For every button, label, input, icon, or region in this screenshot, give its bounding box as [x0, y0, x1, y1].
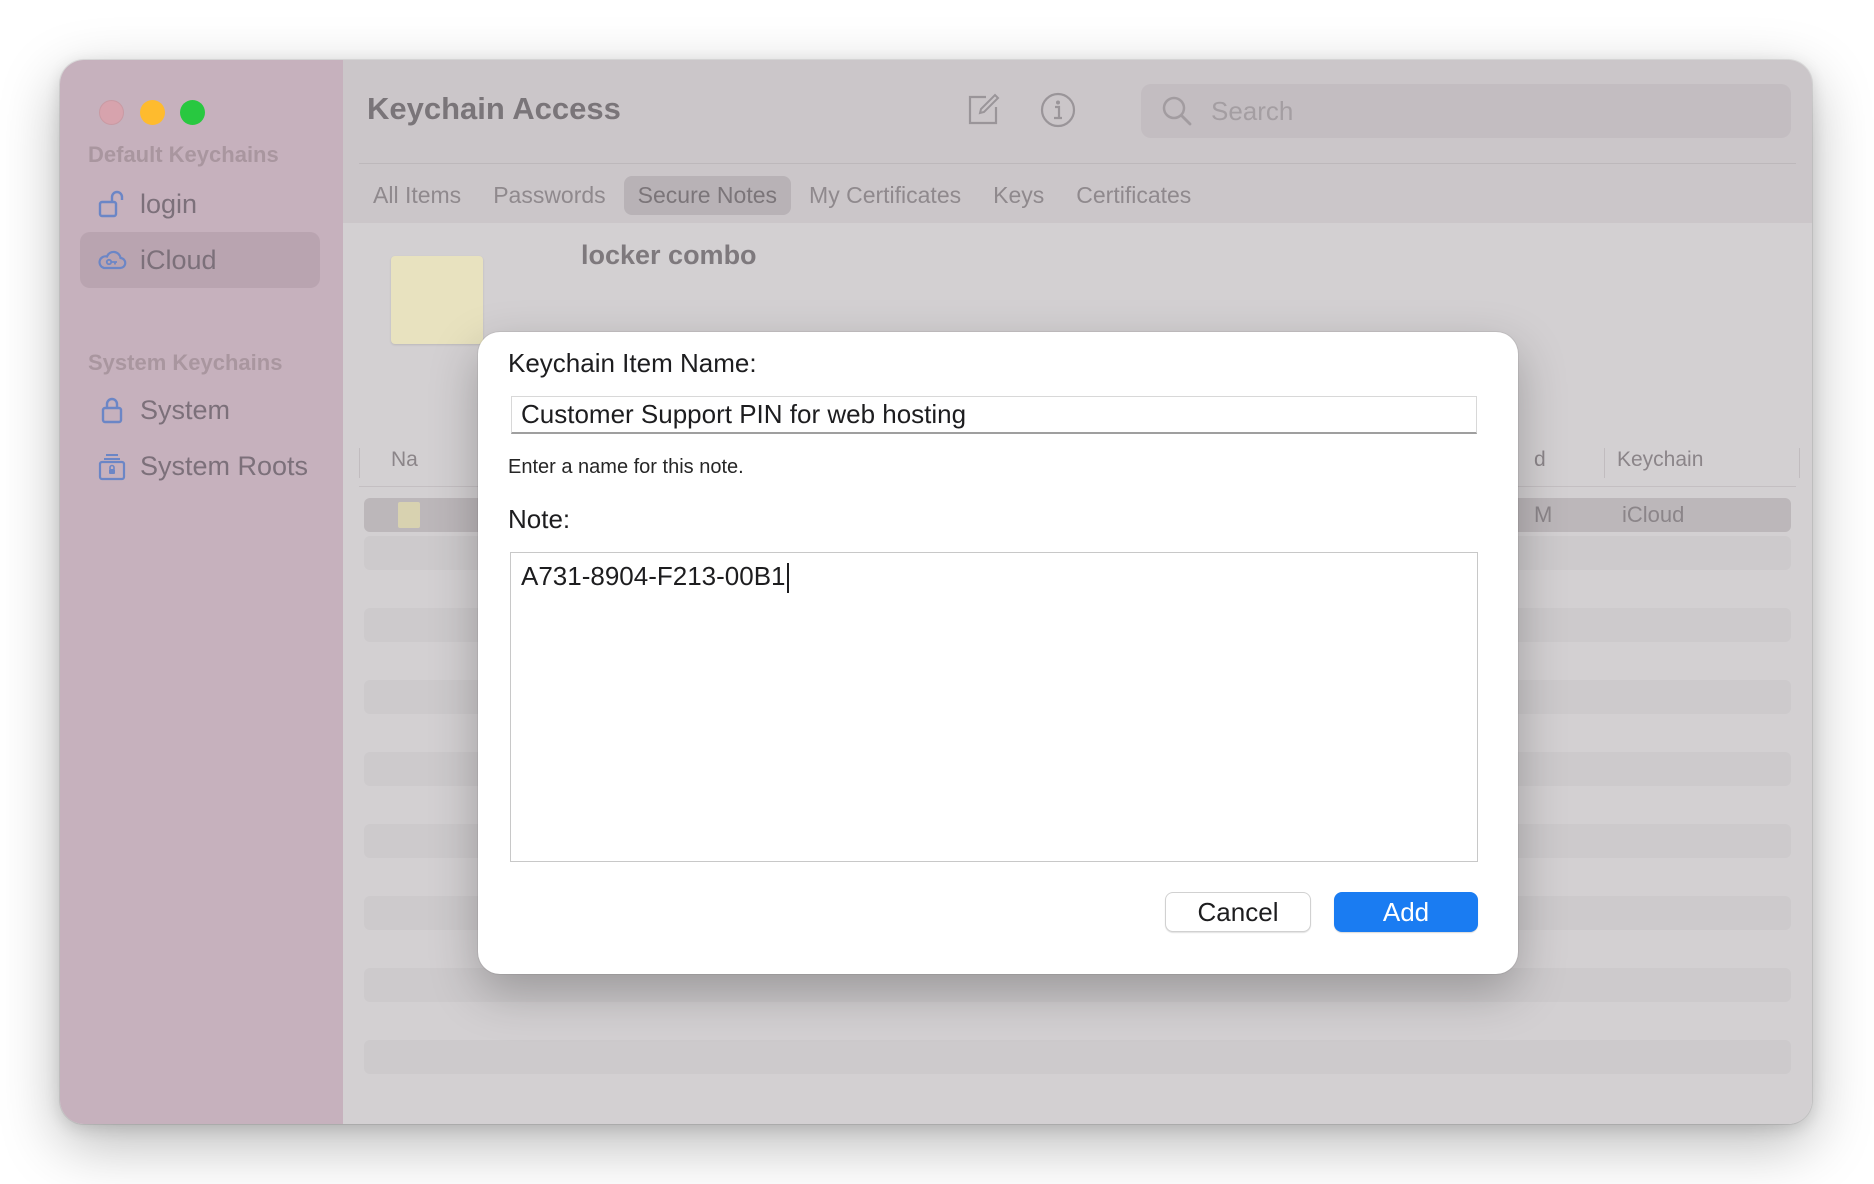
section-title-system-keychains: System Keychains — [88, 350, 283, 375]
icloud-icon — [96, 244, 128, 276]
cancel-button[interactable]: Cancel — [1165, 892, 1311, 932]
sidebar: Default Keychains login iCloud System Ke… — [60, 60, 343, 1124]
column-separator — [1799, 448, 1800, 478]
table-row — [364, 1040, 1791, 1074]
secure-note-icon — [391, 256, 483, 344]
note-text: A731-8904-F213-00B1 — [521, 561, 786, 591]
item-name-input[interactable] — [511, 396, 1477, 434]
text-cursor — [786, 563, 789, 594]
sidebar-item-label: System — [140, 394, 231, 425]
minimize-window-button[interactable] — [140, 100, 165, 125]
sidebar-item-label: iCloud — [140, 244, 217, 275]
info-icon — [1040, 92, 1076, 133]
column-separator — [1604, 448, 1605, 478]
table-cell-date: M — [1534, 502, 1553, 527]
toolbar-divider — [359, 163, 1796, 164]
category-tabs: All Items Passwords Secure Notes My Cert… — [359, 175, 1209, 215]
search-field[interactable]: Search — [1141, 84, 1791, 138]
new-secure-note-dialog: Keychain Item Name: Enter a name for thi… — [478, 332, 1518, 974]
tab-certificates[interactable]: Certificates — [1062, 176, 1205, 215]
cabinet-lock-icon — [96, 450, 128, 482]
app-title: Keychain Access — [367, 91, 621, 126]
info-button[interactable] — [1036, 90, 1080, 134]
close-window-button[interactable] — [99, 100, 124, 125]
keychain-access-window: Default Keychains login iCloud System Ke… — [60, 60, 1812, 1124]
tab-secure-notes[interactable]: Secure Notes — [623, 175, 792, 215]
column-separator — [359, 448, 360, 478]
sidebar-item-system[interactable]: System — [80, 382, 320, 438]
column-header-date[interactable]: d — [1534, 448, 1546, 472]
tab-passwords[interactable]: Passwords — [479, 176, 619, 215]
preview-title: locker combo — [581, 240, 757, 270]
compose-icon — [966, 93, 1000, 132]
item-name-label: Keychain Item Name: — [508, 348, 757, 378]
column-header-keychain[interactable]: Keychain — [1617, 448, 1703, 472]
section-title-default-keychains: Default Keychains — [88, 142, 279, 167]
tab-my-certificates[interactable]: My Certificates — [795, 176, 975, 215]
column-header-name[interactable]: Na — [391, 448, 418, 472]
search-placeholder: Search — [1211, 95, 1294, 126]
table-cell-keychain: iCloud — [1622, 502, 1685, 527]
tab-all-items[interactable]: All Items — [359, 176, 475, 215]
sidebar-item-label: login — [140, 188, 198, 219]
padlock-icon — [96, 394, 128, 426]
sidebar-item-label: System Roots — [140, 450, 309, 481]
add-button[interactable]: Add — [1334, 892, 1478, 932]
maximize-window-button[interactable] — [180, 100, 205, 125]
unlocked-padlock-icon — [96, 188, 128, 220]
secure-note-icon — [398, 502, 420, 528]
search-icon — [1157, 91, 1197, 131]
item-name-hint: Enter a name for this note. — [508, 456, 744, 478]
tab-keys[interactable]: Keys — [979, 176, 1058, 215]
new-item-button[interactable] — [961, 90, 1005, 134]
note-textarea[interactable]: A731-8904-F213-00B1 — [510, 552, 1478, 862]
toolbar: Keychain Access Search All Items Passwor… — [343, 60, 1812, 223]
sidebar-item-icloud[interactable]: iCloud — [80, 232, 320, 288]
sidebar-item-login[interactable]: login — [80, 176, 320, 232]
sidebar-item-system-roots[interactable]: System Roots — [80, 438, 320, 494]
note-label: Note: — [508, 504, 571, 534]
